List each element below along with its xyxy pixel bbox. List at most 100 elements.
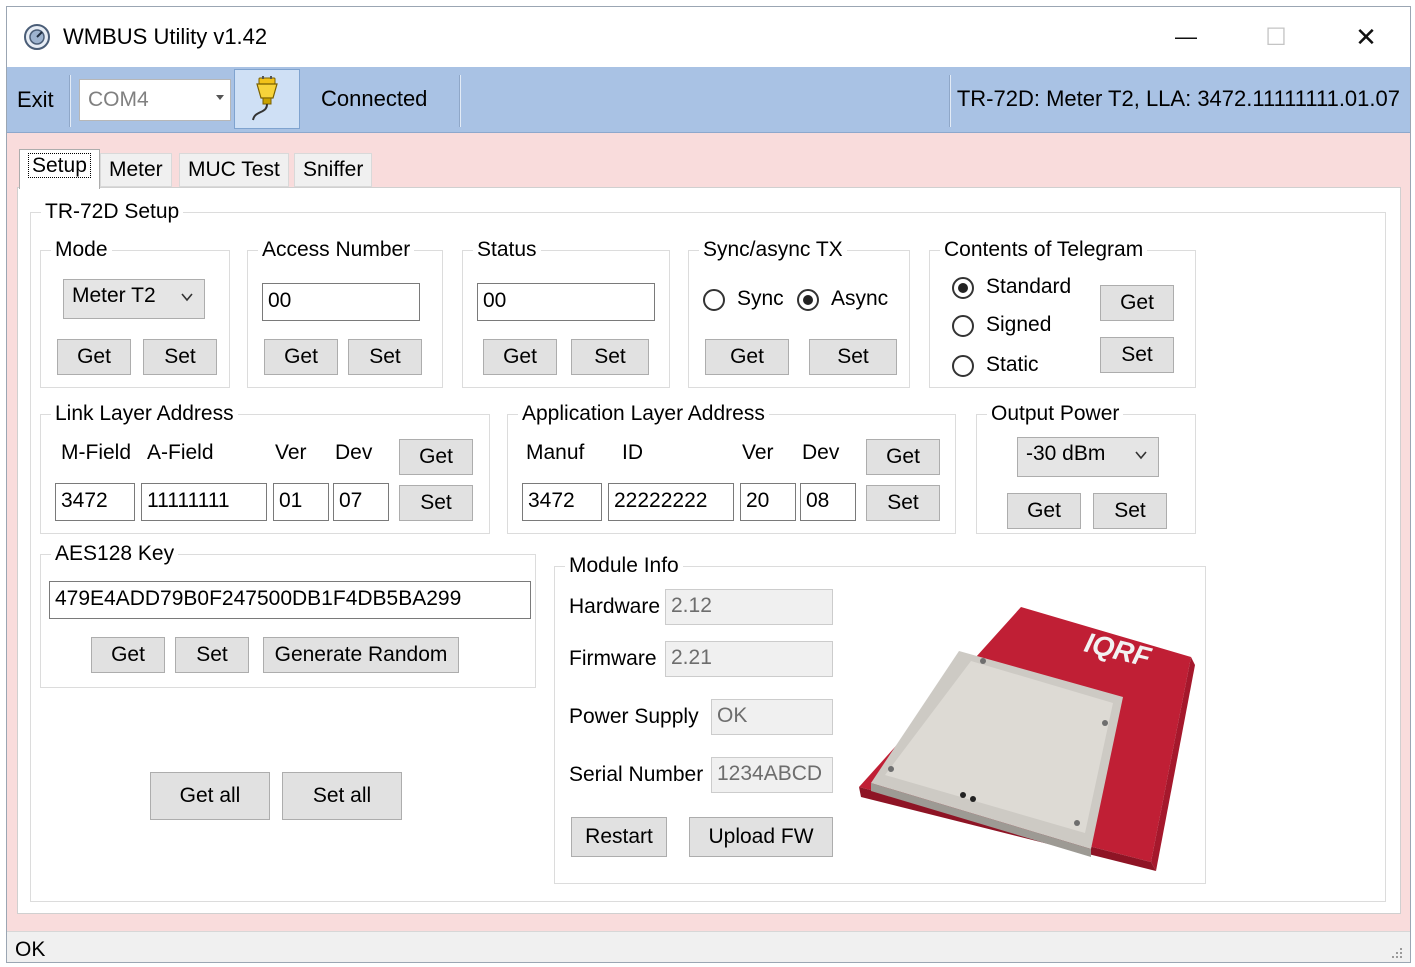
standard-radio[interactable] (952, 277, 974, 299)
com-port-select[interactable]: COM4 (79, 79, 231, 121)
module-image: IQRF (859, 607, 1195, 871)
output-power-select[interactable]: -30 dBm (1017, 437, 1159, 477)
ala-dev-input[interactable]: 08 (800, 483, 856, 521)
generate-random-button[interactable]: Generate Random (263, 637, 459, 673)
tab-setup[interactable]: Setup (19, 149, 100, 189)
signed-label: Signed (986, 313, 1052, 336)
button-label: Get all (179, 784, 241, 807)
dev-header: Dev (802, 441, 840, 464)
maximize-button[interactable]: ☐ (1231, 7, 1321, 67)
restart-button[interactable]: Restart (571, 817, 667, 857)
chevron-down-icon (181, 293, 193, 302)
lla-group: Link Layer Address M-Field A-Field Ver D… (40, 401, 490, 534)
ver-header: Ver (275, 441, 307, 464)
aes-group: AES128 Key 479E4ADD79B0F247500DB1F4DB5BA… (40, 541, 536, 688)
lla-dev-input[interactable]: 07 (333, 483, 389, 521)
connect-button[interactable] (234, 69, 300, 129)
resize-grip-icon[interactable] (1388, 944, 1404, 960)
access-number-title: Access Number (258, 237, 415, 263)
button-label: Get (886, 445, 920, 468)
a-field-header: A-Field (147, 441, 214, 464)
lla-get-button[interactable]: Get (399, 439, 473, 475)
setup-panel: TR-72D Setup Mode Meter T2 Get Set Acces… (17, 187, 1401, 914)
lla-a-field-input[interactable]: 11111111 (141, 483, 267, 521)
module-info-group: Module Info Hardware 2.12 Firmware 2.21 … (554, 553, 1206, 884)
telegram-title: Contents of Telegram (940, 237, 1148, 263)
sync-tx-title: Sync/async TX (699, 237, 847, 263)
aes-key-input[interactable]: 479E4ADD79B0F247500DB1F4DB5BA299 (49, 581, 531, 619)
minimize-button[interactable]: — (1141, 7, 1231, 67)
ala-set-button[interactable]: Set (866, 485, 940, 521)
ala-get-button[interactable]: Get (866, 439, 940, 475)
tab-muc-test[interactable]: MUC Test (179, 153, 289, 187)
button-label: Set (420, 491, 452, 514)
get-all-button[interactable]: Get all (150, 772, 270, 820)
id-header: ID (622, 441, 643, 464)
standard-label: Standard (986, 275, 1072, 298)
button-label: Get (503, 345, 537, 368)
toolbar-separator (459, 75, 461, 127)
maximize-icon: ☐ (1265, 23, 1287, 51)
dropdown-arrow-icon (216, 95, 224, 100)
exit-menu[interactable]: Exit (17, 87, 54, 113)
aes-title: AES128 Key (51, 541, 179, 567)
lla-set-button[interactable]: Set (399, 485, 473, 521)
ala-ver-input[interactable]: 20 (740, 483, 796, 521)
telegram-set-button[interactable]: Set (1100, 337, 1174, 373)
access-number-input[interactable]: 00 (262, 283, 420, 321)
async-radio[interactable] (797, 289, 819, 311)
output-power-get-button[interactable]: Get (1007, 493, 1081, 529)
sync-tx-set-button[interactable]: Set (809, 339, 897, 375)
device-info: TR-72D: Meter T2, LLA: 3472.11111111.01.… (956, 86, 1400, 111)
sync-tx-group: Sync/async TX Sync Async Get Set (688, 237, 910, 388)
hardware-label: Hardware (569, 595, 661, 618)
button-label: Set (887, 491, 919, 514)
mode-select[interactable]: Meter T2 (63, 279, 205, 319)
mode-group: Mode Meter T2 Get Set (40, 237, 230, 388)
sync-tx-get-button[interactable]: Get (705, 339, 789, 375)
connection-status: Connected (321, 86, 428, 111)
button-label: Get (419, 445, 453, 468)
window-title: WMBUS Utility v1.42 (63, 24, 268, 49)
close-button[interactable]: ✕ (1321, 7, 1410, 67)
tab-meter[interactable]: Meter (100, 153, 172, 187)
status-get-button[interactable]: Get (483, 339, 557, 375)
status-title: Status (473, 237, 541, 263)
lla-m-field-input[interactable]: 3472 (55, 483, 135, 521)
aes-set-button[interactable]: Set (175, 637, 249, 673)
static-radio[interactable] (952, 355, 974, 377)
ala-manuf-input[interactable]: 3472 (522, 483, 602, 521)
tab-label: MUC Test (188, 158, 280, 181)
sync-radio[interactable] (703, 289, 725, 311)
tab-sniffer[interactable]: Sniffer (294, 153, 373, 187)
status-input[interactable]: 00 (477, 283, 655, 321)
button-label: Set (164, 345, 196, 368)
status-set-button[interactable]: Set (571, 339, 649, 375)
app-icon (24, 24, 50, 50)
sync-label: Sync (737, 287, 784, 310)
toolbar-separator (949, 75, 951, 127)
signed-radio[interactable] (952, 315, 974, 337)
set-all-button[interactable]: Set all (282, 772, 402, 820)
telegram-get-button[interactable]: Get (1100, 285, 1174, 321)
button-label: Upload FW (708, 825, 814, 848)
output-power-value: -30 dBm (1026, 442, 1106, 465)
lla-ver-input[interactable]: 01 (273, 483, 329, 521)
manuf-header: Manuf (526, 441, 585, 464)
access-number-set-button[interactable]: Set (348, 339, 422, 375)
minimize-icon: — (1175, 24, 1197, 49)
button-label: Get (284, 345, 318, 368)
button-label: Set (369, 345, 401, 368)
mode-value: Meter T2 (72, 284, 156, 307)
tab-label: Setup (28, 153, 91, 178)
mode-get-button[interactable]: Get (57, 339, 131, 375)
ala-id-input[interactable]: 22222222 (608, 483, 734, 521)
access-number-get-button[interactable]: Get (264, 339, 338, 375)
upload-fw-button[interactable]: Upload FW (689, 817, 833, 857)
mode-set-button[interactable]: Set (143, 339, 217, 375)
module-info-title: Module Info (565, 553, 683, 579)
aes-get-button[interactable]: Get (91, 637, 165, 673)
tab-label: Sniffer (303, 158, 364, 181)
output-power-set-button[interactable]: Set (1093, 493, 1167, 529)
async-label: Async (831, 287, 889, 310)
